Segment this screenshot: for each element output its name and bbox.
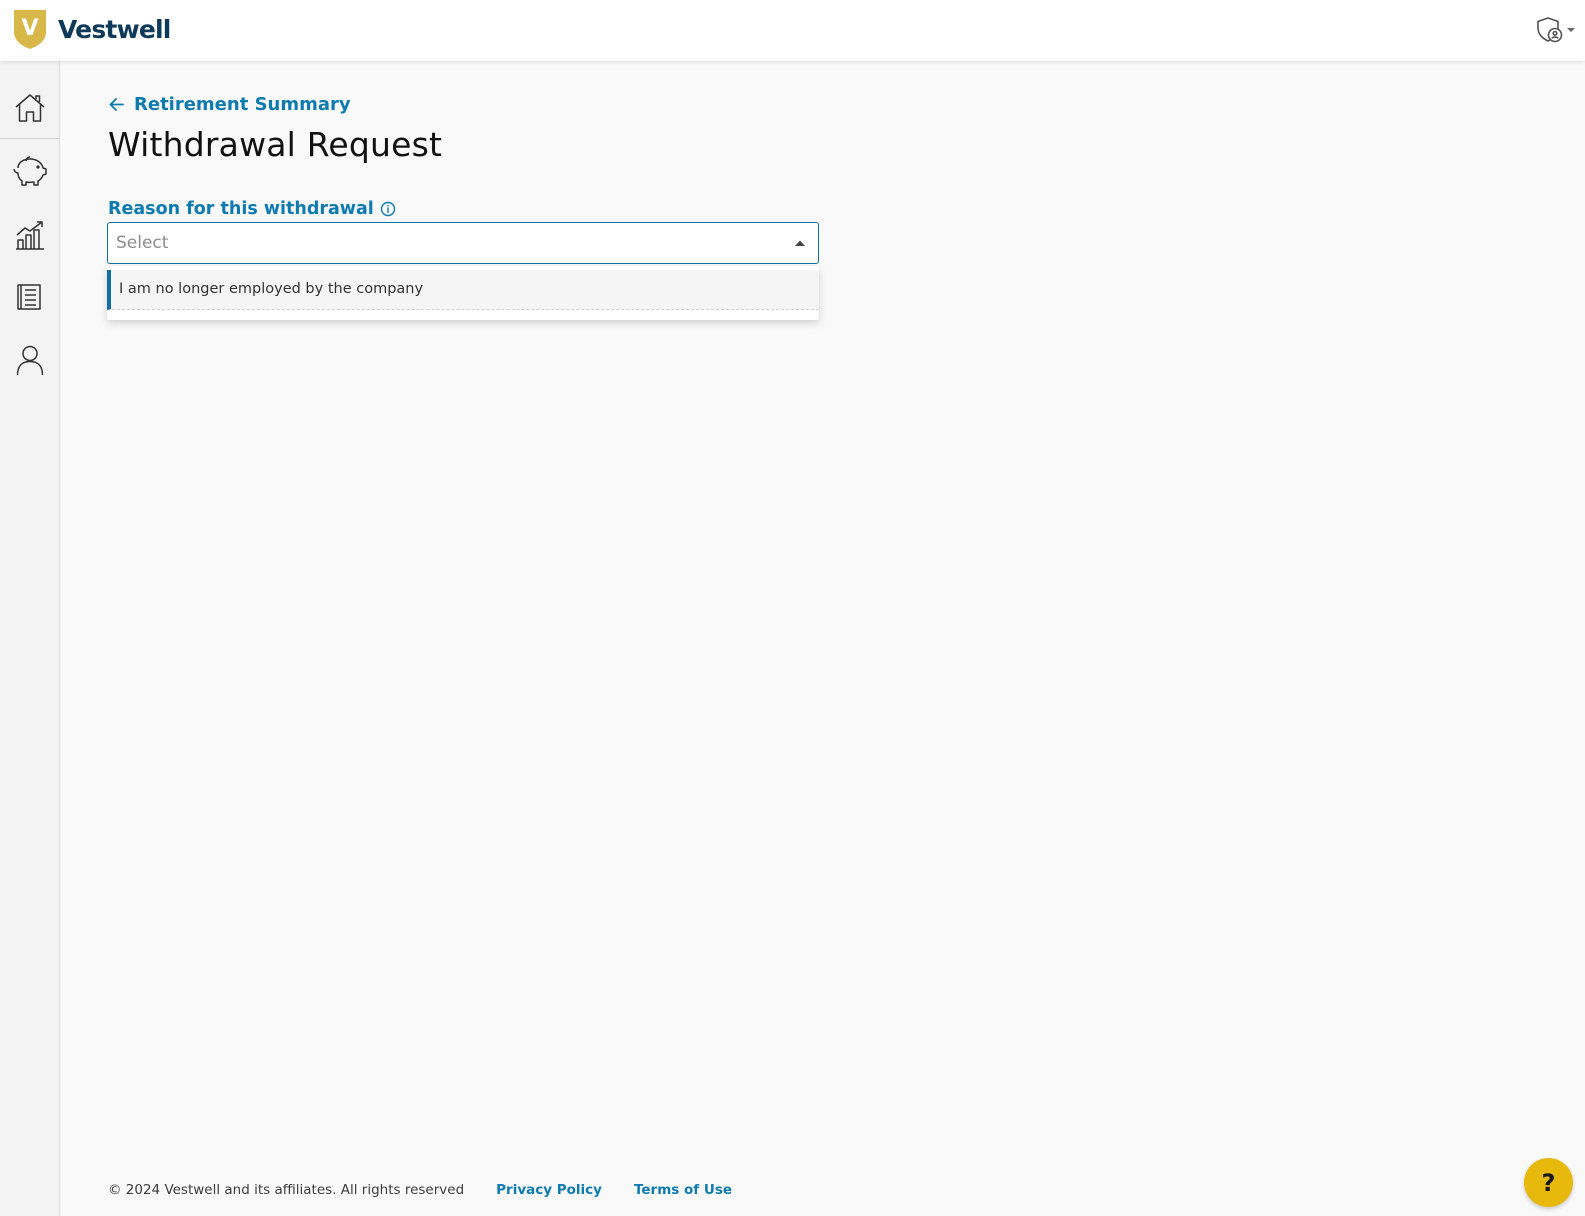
sidebar-nav — [0, 61, 60, 1216]
brand-name: Vestwell — [58, 14, 171, 44]
top-bar: V Vestwell — [0, 0, 1585, 61]
page-title: Withdrawal Request — [108, 125, 443, 164]
chart-growth-icon — [15, 221, 44, 250]
home-icon — [15, 94, 44, 122]
document-list-icon — [16, 284, 41, 310]
terms-of-use-link[interactable]: Terms of Use — [634, 1182, 732, 1198]
reason-option-no-longer-employed[interactable]: I am no longer employed by the company — [107, 270, 819, 310]
sidebar-item-profile[interactable] — [0, 330, 59, 390]
sidebar-item-investments[interactable] — [0, 205, 59, 265]
reason-select[interactable]: Select — [107, 222, 819, 264]
sidebar-item-documents[interactable] — [0, 267, 59, 327]
brand-initial: V — [21, 16, 38, 41]
sidebar-item-home[interactable] — [0, 78, 59, 139]
help-button[interactable]: ? — [1524, 1158, 1573, 1207]
back-link-label: Retirement Summary — [134, 94, 351, 115]
main-content: Retirement Summary Withdrawal Request Re… — [60, 61, 1585, 1216]
shield-user-icon — [1537, 17, 1563, 43]
privacy-policy-link[interactable]: Privacy Policy — [496, 1182, 602, 1198]
reason-dropdown-menu: I am no longer employed by the company — [107, 266, 819, 320]
reason-field-label: Reason for this withdrawal — [108, 199, 396, 219]
copyright-text: © 2024 Vestwell and its affiliates. All … — [108, 1182, 465, 1198]
sidebar-item-savings[interactable] — [0, 141, 59, 201]
brand-logo[interactable]: V Vestwell — [12, 8, 171, 50]
arrow-left-icon — [109, 98, 124, 111]
reason-option-label: I am no longer employed by the company — [119, 281, 424, 297]
caret-up-icon — [795, 240, 805, 246]
piggy-bank-icon — [12, 156, 47, 186]
footer: © 2024 Vestwell and its affiliates. All … — [108, 1182, 732, 1198]
info-icon[interactable] — [380, 201, 396, 217]
back-to-retirement-summary-link[interactable]: Retirement Summary — [108, 94, 351, 115]
chevron-down-icon — [1567, 28, 1575, 32]
reason-select-placeholder: Select — [116, 233, 169, 253]
account-menu-button[interactable] — [1535, 15, 1577, 45]
reason-label-text: Reason for this withdrawal — [108, 199, 374, 219]
vestwell-shield-icon: V — [14, 10, 46, 49]
user-icon — [16, 345, 43, 376]
help-icon: ? — [1541, 1168, 1556, 1197]
